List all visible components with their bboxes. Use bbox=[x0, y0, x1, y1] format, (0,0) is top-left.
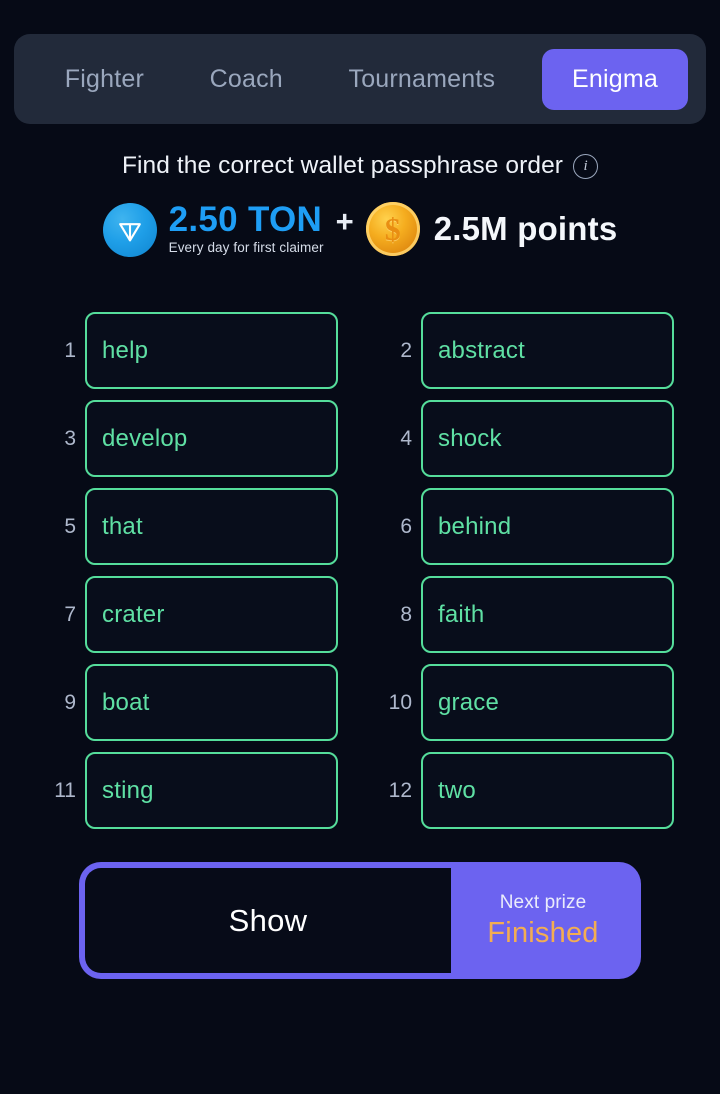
word-index: 6 bbox=[400, 514, 412, 538]
passphrase-cell: 6 behind bbox=[382, 488, 674, 565]
tab-fighter[interactable]: Fighter bbox=[32, 57, 177, 102]
word-index: 2 bbox=[400, 338, 412, 362]
word-box[interactable]: boat bbox=[85, 664, 338, 741]
word-box[interactable]: that bbox=[85, 488, 338, 565]
ton-logo-icon bbox=[102, 203, 157, 257]
word-text: shock bbox=[438, 424, 502, 452]
main-tabbar: Fighter Coach Tournaments Enigma bbox=[14, 34, 706, 124]
tab-tournaments[interactable]: Tournaments bbox=[316, 57, 528, 102]
passphrase-grid: 1 help 2 abstract 3 develop 4 shock 5 th… bbox=[46, 312, 674, 829]
word-box[interactable]: two bbox=[421, 752, 674, 829]
tab-coach[interactable]: Coach bbox=[177, 57, 316, 102]
word-text: that bbox=[102, 512, 143, 540]
show-button-label: Show bbox=[228, 902, 308, 938]
page-title-row: Find the correct wallet passphrase order… bbox=[0, 152, 720, 180]
word-text: abstract bbox=[438, 336, 525, 364]
word-box[interactable]: grace bbox=[421, 664, 674, 741]
ton-text-column: 2.50 TON Every day for first claimer bbox=[169, 200, 324, 255]
passphrase-cell: 7 crater bbox=[46, 576, 338, 653]
tab-enigma[interactable]: Enigma bbox=[542, 48, 689, 110]
word-box[interactable]: behind bbox=[421, 488, 674, 565]
passphrase-cell: 11 sting bbox=[46, 752, 338, 829]
passphrase-cell: 9 boat bbox=[46, 664, 338, 741]
word-text: boat bbox=[102, 688, 150, 716]
info-icon[interactable]: i bbox=[573, 153, 599, 179]
word-index: 10 bbox=[388, 690, 412, 714]
enigma-screen: Fighter Coach Tournaments Enigma Find th… bbox=[0, 0, 720, 1094]
word-box[interactable]: crater bbox=[85, 576, 338, 653]
word-text: develop bbox=[102, 424, 188, 452]
passphrase-cell: 2 abstract bbox=[382, 312, 674, 389]
word-index: 8 bbox=[400, 602, 412, 626]
ton-subtitle: Every day for first claimer bbox=[168, 240, 324, 256]
word-text: sting bbox=[102, 776, 154, 804]
word-box[interactable]: shock bbox=[421, 400, 674, 477]
passphrase-cell: 12 two bbox=[382, 752, 674, 829]
word-index: 5 bbox=[64, 514, 76, 538]
page-title: Find the correct wallet passphrase order bbox=[121, 152, 564, 179]
show-button[interactable]: Show bbox=[85, 868, 451, 973]
word-text: behind bbox=[438, 512, 512, 540]
passphrase-cell: 3 develop bbox=[46, 400, 338, 477]
word-text: help bbox=[102, 336, 149, 364]
points-amount: 2.5M points bbox=[433, 210, 618, 247]
word-box[interactable]: abstract bbox=[421, 312, 674, 389]
word-index: 9 bbox=[64, 690, 76, 714]
word-box[interactable]: faith bbox=[421, 576, 674, 653]
passphrase-cell: 10 grace bbox=[382, 664, 674, 741]
word-text: faith bbox=[438, 600, 485, 628]
prize-separator: + bbox=[335, 204, 354, 239]
word-text: grace bbox=[438, 688, 500, 716]
passphrase-cell: 1 help bbox=[46, 312, 338, 389]
word-index: 1 bbox=[64, 338, 76, 362]
word-box[interactable]: sting bbox=[85, 752, 338, 829]
word-index: 11 bbox=[54, 778, 76, 802]
word-index: 4 bbox=[400, 426, 412, 450]
points-prize-block: $ 2.5M points bbox=[365, 202, 618, 256]
passphrase-cell: 5 that bbox=[46, 488, 338, 565]
passphrase-cell: 4 shock bbox=[382, 400, 674, 477]
action-bar: Show Next prize Finished bbox=[79, 862, 641, 979]
word-box[interactable]: develop bbox=[85, 400, 338, 477]
ton-amount: 2.50 TON bbox=[168, 200, 323, 239]
dollar-coin-icon: $ bbox=[365, 202, 420, 256]
ton-prize-block: 2.50 TON Every day for first claimer bbox=[102, 200, 324, 257]
word-index: 3 bbox=[64, 426, 76, 450]
word-index: 12 bbox=[388, 778, 412, 802]
word-text: crater bbox=[102, 600, 165, 628]
prize-row: 2.50 TON Every day for first claimer + $… bbox=[0, 200, 720, 257]
word-index: 7 bbox=[64, 602, 76, 626]
next-prize-panel[interactable]: Next prize Finished bbox=[451, 868, 635, 973]
next-prize-label: Next prize bbox=[499, 891, 587, 913]
word-text: two bbox=[438, 776, 476, 804]
word-box[interactable]: help bbox=[85, 312, 338, 389]
next-prize-value: Finished bbox=[487, 916, 599, 949]
passphrase-cell: 8 faith bbox=[382, 576, 674, 653]
